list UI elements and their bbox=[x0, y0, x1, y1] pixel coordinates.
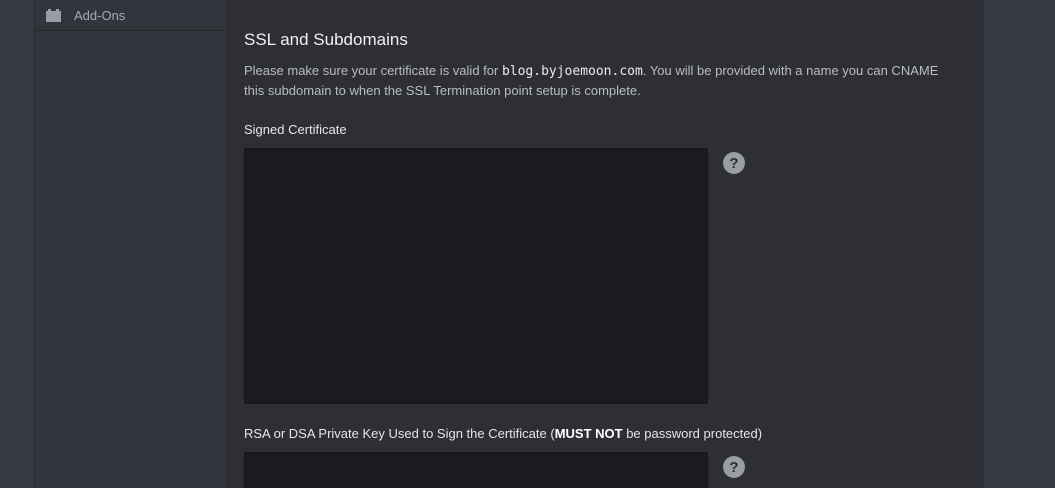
private-key-label-emphasis: MUST NOT bbox=[554, 426, 623, 441]
main-content: SSL and Subdomains Please make sure your… bbox=[226, 0, 984, 488]
section-description: Please make sure your certificate is val… bbox=[244, 61, 944, 100]
domain-name: blog.byjoemoon.com bbox=[501, 64, 643, 79]
signed-certificate-label: Signed Certificate bbox=[244, 122, 347, 137]
private-key-label-end: be password protected) bbox=[622, 426, 763, 441]
private-key-label-start: RSA or DSA Private Key Used to Sign the … bbox=[244, 426, 555, 441]
private-key-textarea[interactable] bbox=[244, 452, 708, 488]
signed-certificate-help-icon[interactable]: ? bbox=[723, 152, 745, 174]
sidebar: Add-Ons bbox=[34, 0, 227, 488]
description-text-start: Please make sure your certificate is val… bbox=[244, 63, 502, 78]
sidebar-item-add-ons[interactable]: Add-Ons bbox=[35, 0, 226, 31]
section-title: SSL and Subdomains bbox=[244, 30, 408, 49]
sidebar-item-label: Add-Ons bbox=[74, 7, 126, 23]
add-ons-icon bbox=[45, 7, 61, 23]
private-key-label: RSA or DSA Private Key Used to Sign the … bbox=[244, 426, 762, 441]
private-key-help-icon[interactable]: ? bbox=[723, 456, 745, 478]
right-gutter bbox=[984, 0, 1055, 488]
signed-certificate-textarea[interactable] bbox=[244, 148, 708, 404]
page: Add-Ons SSL and Subdomains Please make s… bbox=[0, 0, 1055, 488]
